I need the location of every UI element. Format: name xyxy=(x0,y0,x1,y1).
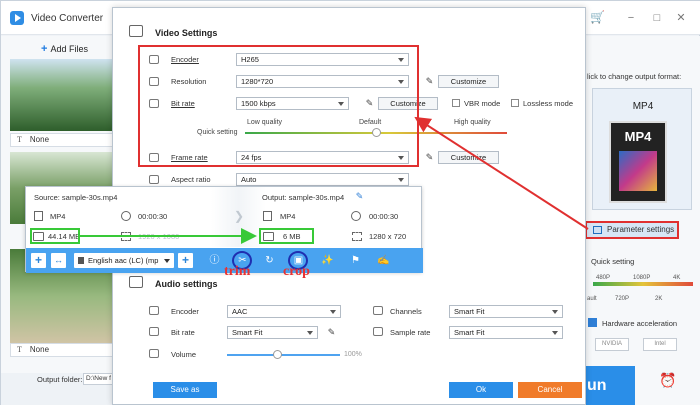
red-arrow xyxy=(414,116,589,230)
annotation-arrows xyxy=(80,116,589,244)
